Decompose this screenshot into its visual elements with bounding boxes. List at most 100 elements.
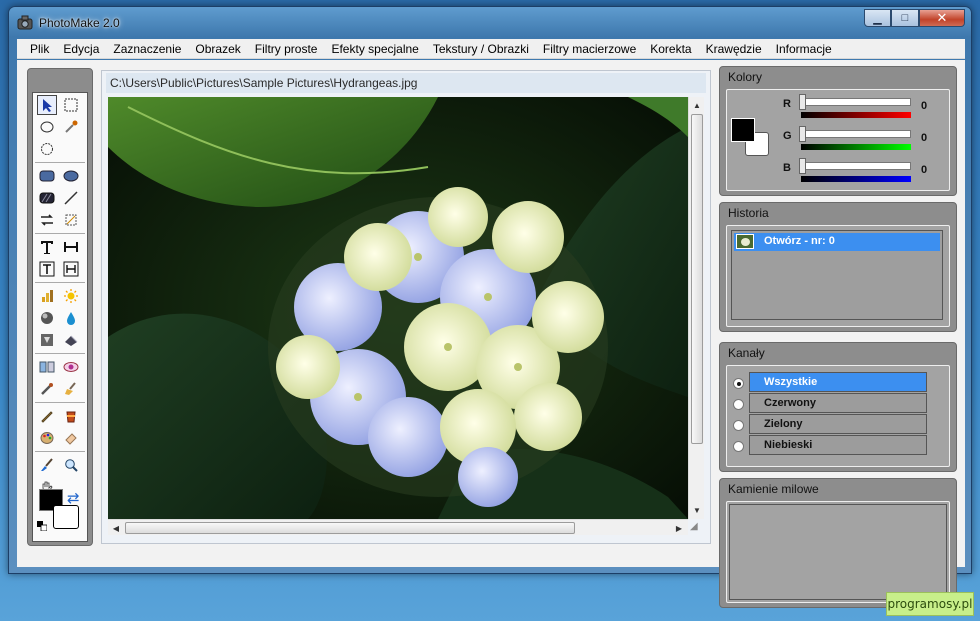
tool-separator xyxy=(35,233,85,234)
channel-radio-all[interactable] xyxy=(733,378,744,389)
hatch-fill-icon[interactable] xyxy=(37,188,57,208)
bucket-icon[interactable] xyxy=(61,406,81,426)
levels-icon[interactable] xyxy=(37,286,57,306)
smudge-icon[interactable] xyxy=(37,379,57,399)
milestones-list xyxy=(729,504,947,600)
tool-separator xyxy=(35,162,85,163)
green-gradient xyxy=(801,144,911,150)
arrow-select-icon[interactable] xyxy=(37,95,57,115)
rounded-rect-icon[interactable] xyxy=(37,166,57,186)
image-canvas[interactable] xyxy=(108,97,688,519)
menu-plik[interactable]: Plik xyxy=(23,39,56,59)
drop-icon[interactable] xyxy=(61,308,81,328)
minimize-button[interactable]: ▁ xyxy=(864,9,891,27)
scroll-right-icon[interactable]: ▶ xyxy=(671,520,687,536)
emboss-icon[interactable] xyxy=(37,330,57,350)
red-slider-knob[interactable] xyxy=(799,94,806,110)
ellipse-select-icon[interactable] xyxy=(37,117,57,137)
ellipse-fill-icon[interactable] xyxy=(61,166,81,186)
eraser-icon[interactable] xyxy=(61,428,81,448)
maximize-icon: □ xyxy=(901,12,909,24)
menu-tekstury-obrazki[interactable]: Tekstury / Obrazki xyxy=(426,39,536,59)
rotate-icon[interactable] xyxy=(37,210,57,230)
current-fg-color[interactable] xyxy=(731,118,755,142)
channels-panel: Kanały Wszystkie Czerwony Zielony Niebie… xyxy=(719,342,957,472)
colors-panel-body: R 0 G 0 B 0 xyxy=(726,89,950,191)
hydrangea-photo xyxy=(108,97,688,519)
brush-icon[interactable] xyxy=(37,455,57,475)
menu-filtry-macierzowe[interactable]: Filtry macierzowe xyxy=(536,39,643,59)
eyedropper-icon[interactable] xyxy=(61,117,81,137)
vertical-scroll-thumb[interactable] xyxy=(691,114,703,444)
tool-separator xyxy=(35,451,85,452)
zoom-icon[interactable] xyxy=(61,455,81,475)
blue-label: B xyxy=(783,162,791,174)
milestones-panel-body xyxy=(726,501,950,603)
tool-grid: ⇄ xyxy=(32,92,88,542)
rect-select-icon[interactable] xyxy=(61,95,81,115)
text-width-icon[interactable] xyxy=(61,237,81,257)
red-slider[interactable] xyxy=(801,98,911,106)
horizontal-scrollbar[interactable]: ◀ ▶ xyxy=(108,519,688,535)
channel-green[interactable]: Zielony xyxy=(749,414,927,434)
minimize-icon: ▁ xyxy=(873,12,882,25)
line-icon[interactable] xyxy=(61,188,81,208)
lasso-icon[interactable] xyxy=(37,139,57,159)
title-bar[interactable]: PhotoMake 2.0 ▁ □ ✕ xyxy=(9,7,971,39)
menu-korekta[interactable]: Korekta xyxy=(643,39,698,59)
default-colors-icon[interactable] xyxy=(37,521,47,531)
channel-all[interactable]: Wszystkie xyxy=(749,372,927,392)
green-label: G xyxy=(783,130,792,142)
eye-icon[interactable] xyxy=(61,357,81,377)
channel-blue[interactable]: Niebieski xyxy=(749,435,927,455)
green-value: 0 xyxy=(921,132,928,144)
scroll-down-icon[interactable]: ▼ xyxy=(689,502,705,518)
menu-edycja[interactable]: Edycja xyxy=(56,39,106,59)
scroll-left-icon[interactable]: ◀ xyxy=(108,520,124,536)
text-height-icon[interactable] xyxy=(61,259,81,279)
broom-icon[interactable] xyxy=(61,379,81,399)
channels-panel-body: Wszystkie Czerwony Zielony Niebieski xyxy=(726,365,950,467)
vertical-scrollbar[interactable]: ▲ ▼ xyxy=(688,97,704,519)
crop-icon[interactable] xyxy=(61,210,81,230)
history-thumbnail xyxy=(736,234,754,249)
resize-grip-icon[interactable]: ◢ xyxy=(690,521,698,532)
history-item[interactable]: Otwórz - nr: 0 xyxy=(734,233,940,251)
scroll-up-icon[interactable]: ▲ xyxy=(689,97,705,113)
camera-icon xyxy=(17,15,33,30)
horizontal-scroll-thumb[interactable] xyxy=(125,522,575,534)
red-gradient xyxy=(801,112,911,118)
green-slider-knob[interactable] xyxy=(799,126,806,142)
menu-krawedzie[interactable]: Krawędzie xyxy=(699,39,769,59)
palette-icon[interactable] xyxy=(37,428,57,448)
menu-filtry-proste[interactable]: Filtry proste xyxy=(248,39,325,59)
blue-slider-knob[interactable] xyxy=(799,158,806,174)
blue-slider[interactable] xyxy=(801,162,911,170)
channel-red[interactable]: Czerwony xyxy=(749,393,927,413)
red-value: 0 xyxy=(921,100,928,112)
menu-obrazek[interactable]: Obrazek xyxy=(188,39,247,59)
channel-radio-green[interactable] xyxy=(733,420,744,431)
tool-panel: ⇄ xyxy=(27,68,93,546)
watermark-badge: programosy.pl xyxy=(886,592,974,616)
text-icon[interactable] xyxy=(37,237,57,257)
close-button[interactable]: ✕ xyxy=(919,9,965,27)
mirror-icon[interactable] xyxy=(37,357,57,377)
swap-colors-icon[interactable]: ⇄ xyxy=(67,489,80,507)
menu-zaznaczenie[interactable]: Zaznaczenie xyxy=(106,39,188,59)
pencil-icon[interactable] xyxy=(37,406,57,426)
tool-separator xyxy=(35,282,85,283)
text-box-icon[interactable] xyxy=(37,259,57,279)
menu-efekty-specjalne[interactable]: Efekty specjalne xyxy=(324,39,425,59)
channels-panel-title: Kanały xyxy=(728,346,765,360)
menu-informacje[interactable]: Informacje xyxy=(769,39,839,59)
channel-radio-red[interactable] xyxy=(733,399,744,410)
sphere-icon[interactable] xyxy=(37,308,57,328)
channel-radio-blue[interactable] xyxy=(733,441,744,452)
stamp-icon[interactable] xyxy=(61,330,81,350)
colors-panel-title: Kolory xyxy=(728,70,763,84)
maximize-button[interactable]: □ xyxy=(891,9,919,27)
background-color-swatch[interactable] xyxy=(53,505,79,529)
brightness-icon[interactable] xyxy=(61,286,81,306)
green-slider[interactable] xyxy=(801,130,911,138)
